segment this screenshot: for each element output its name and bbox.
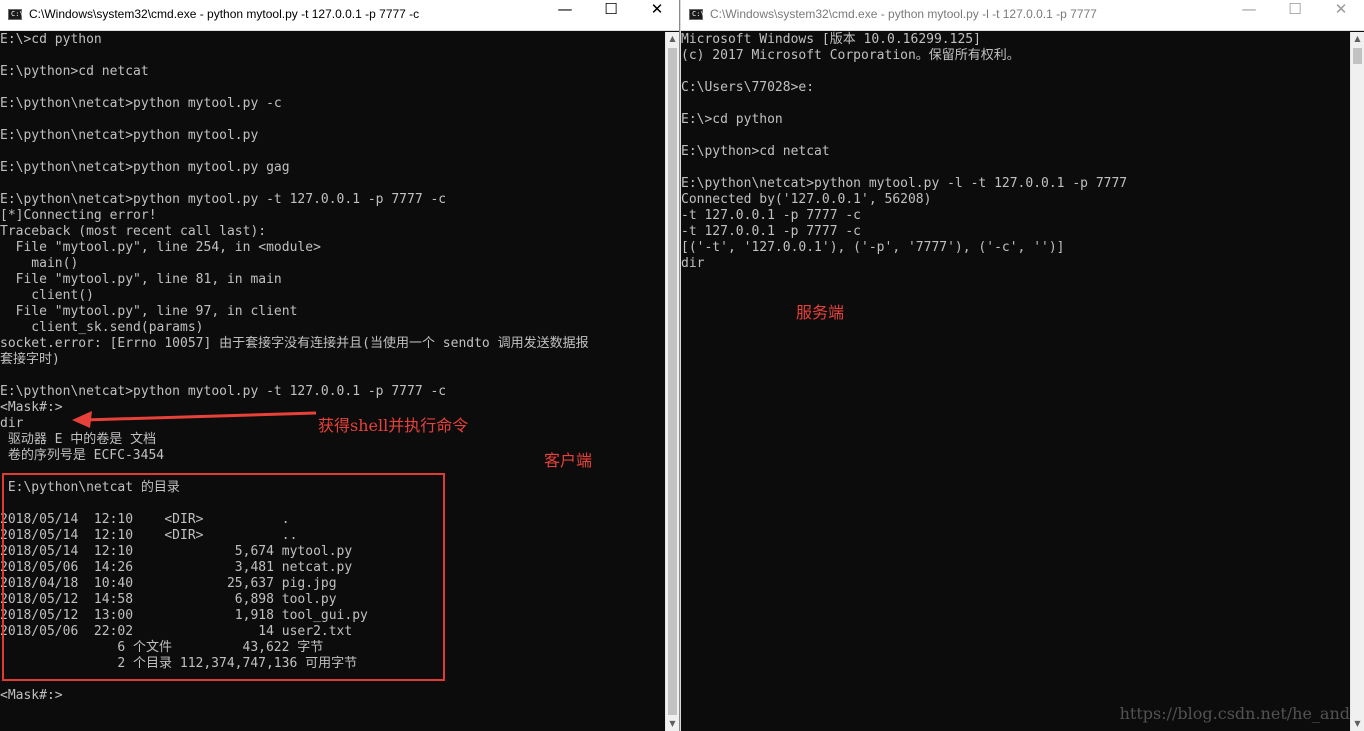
console-line: dir [681,256,705,271]
console-line: 卷的序列号是 ECFC-3454 [0,448,165,463]
client-title-bar[interactable]: C:\ C:\Windows\system32\cmd.exe - python… [0,0,679,31]
console-line: File "mytool.py", line 97, in client [0,304,298,319]
server-title-bar[interactable]: C:\ C:\Windows\system32\cmd.exe - python… [681,0,1364,31]
console-line: E:\python>cd netcat [681,144,830,159]
watermark-text: https://blog.csdn.net/he_and [1119,704,1350,723]
directory-listing-highlight-box [2,473,445,681]
maximize-button[interactable]: ☐ [588,0,634,31]
minimize-button[interactable]: — [1226,0,1272,31]
console-line: main() [0,256,79,271]
scroll-down-arrow-icon[interactable]: ▼ [1351,717,1364,731]
cmd-app-icon-label: C:\ [11,10,24,18]
console-line: [('-t', '127.0.0.1'), ('-p', '7777'), ('… [681,240,1065,255]
console-line: E:\python\netcat>python mytool.py -t 127… [0,192,447,207]
console-line: 驱动器 E 中的卷是 文档 [0,432,157,447]
close-button[interactable]: ✕ [634,0,679,31]
client-window-title: C:\Windows\system32\cmd.exe - python myt… [29,7,420,21]
minimize-button[interactable]: — [542,0,588,31]
console-line: Microsoft Windows [版本 10.0.16299.125] [681,32,981,47]
console-line: E:\python\netcat>python mytool.py gag [0,160,290,175]
console-line: (c) 2017 Microsoft Corporation。保留所有权利。 [681,48,1020,63]
console-line: E:\python\netcat>python mytool.py [0,128,259,143]
server-scrollbar[interactable]: ▲ ▼ [1350,32,1364,731]
red-arrow-icon [72,411,317,428]
scroll-up-arrow-icon[interactable]: ▲ [1351,32,1364,46]
scroll-thumb[interactable] [668,48,677,715]
console-line: 套接字时) [0,352,60,367]
client-annotation-label: 客户端 [544,451,593,470]
console-line: -t 127.0.0.1 -p 7777 -c [681,224,862,239]
console-line: E:\python\netcat>python mytool.py -t 127… [0,384,447,399]
maximize-button[interactable]: ☐ [1272,0,1318,31]
console-line: File "mytool.py", line 254, in <module> [0,240,321,255]
scroll-down-arrow-icon[interactable]: ▼ [666,717,679,731]
console-line: E:\python\netcat>python mytool.py -c [0,96,282,111]
cmd-app-icon-label: C:\ [692,10,705,18]
console-line: File "mytool.py", line 81, in main [0,272,282,287]
console-line: Connected by('127.0.0.1', 56208) [681,192,932,207]
cmd-app-icon[interactable]: C:\ [8,9,24,20]
client-scrollbar[interactable]: ▲ ▼ [665,32,679,731]
cmd-app-icon[interactable]: C:\ [689,9,705,20]
console-line: E:\python>cd netcat [0,64,149,79]
console-line: E:\python\netcat>python mytool.py -l -t … [681,176,1128,191]
console-line: -t 127.0.0.1 -p 7777 -c [681,208,862,223]
console-line: C:\Users\77028>e: [681,80,815,95]
server-annotation-label: 服务端 [796,303,845,322]
server-cmd-window[interactable]: C:\ C:\Windows\system32\cmd.exe - python… [681,0,1364,731]
server-console-output: Microsoft Windows [版本 10.0.16299.125] (c)… [681,32,1127,272]
shell-annotation-label: 获得shell并执行命令 [318,416,469,435]
server-window-title: C:\Windows\system32\cmd.exe - python myt… [710,7,1097,21]
console-line: E:\>cd python [681,112,783,127]
console-line: socket.error: [Errno 10057] 由于套接字没有连接并且(… [0,336,589,351]
scroll-thumb[interactable] [1353,48,1362,64]
console-line: client() [0,288,94,303]
console-line: E:\>cd python [0,32,102,47]
server-console-area[interactable]: Microsoft Windows [版本 10.0.16299.125] (c)… [681,32,1350,731]
console-line: <Mask#:> [0,688,63,703]
console-line: [*]Connecting error! [0,208,157,223]
console-line: Traceback (most recent call last): [0,224,267,239]
close-button[interactable]: ✕ [1318,0,1364,31]
console-line: client_sk.send(params) [0,320,204,335]
scroll-up-arrow-icon[interactable]: ▲ [666,32,679,46]
